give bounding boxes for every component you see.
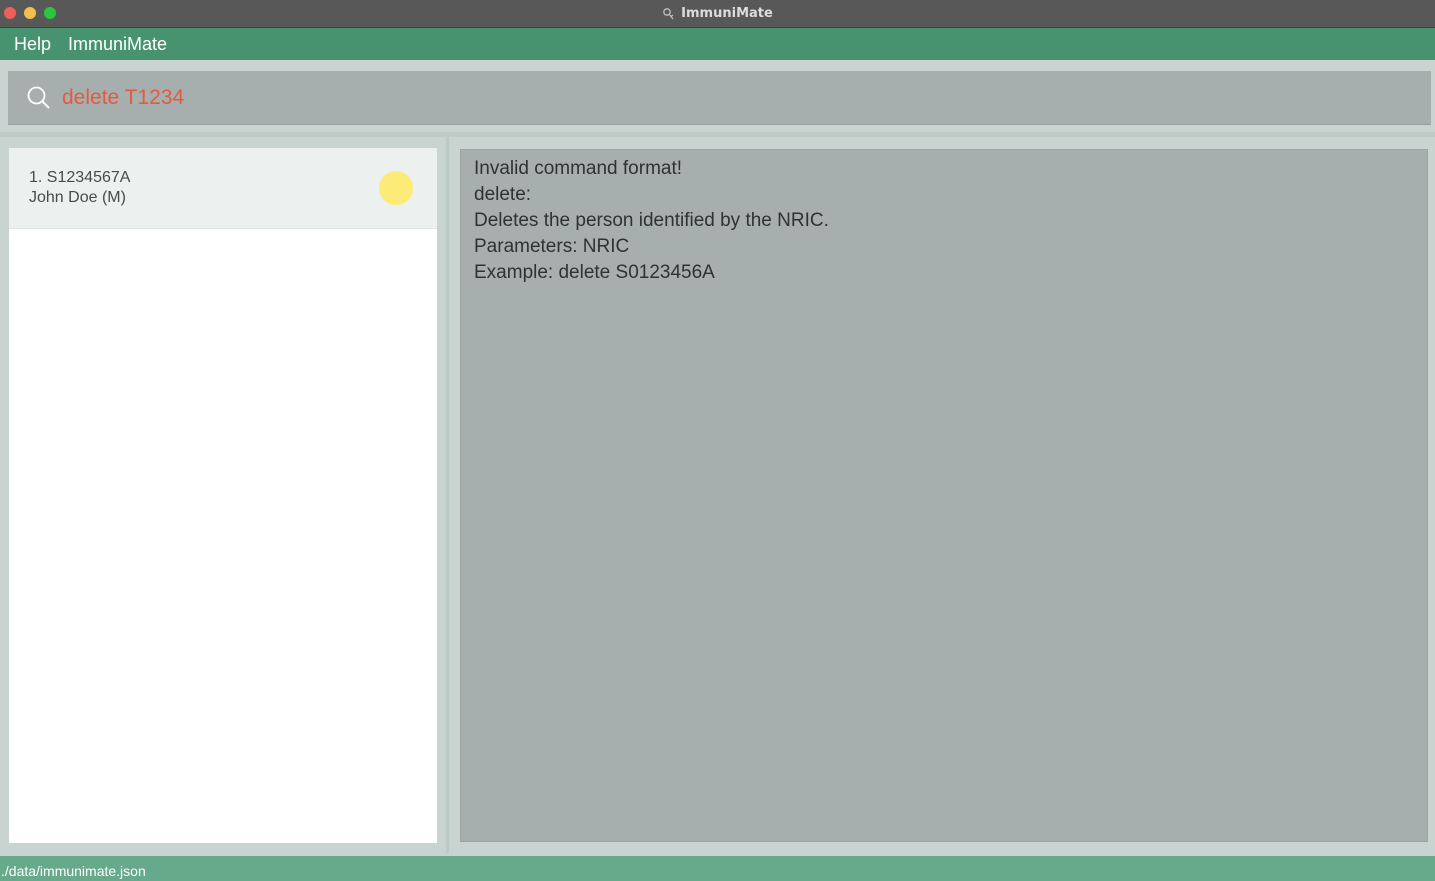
window-title: ImmuniMate — [681, 6, 773, 21]
menu-help[interactable]: Help — [0, 34, 61, 55]
result-display[interactable]: Invalid command format! delete: Deletes … — [460, 149, 1428, 842]
status-indicator-dot — [379, 171, 413, 205]
result-line: Parameters: NRIC — [474, 236, 630, 257]
app-window: ImmuniMate Help ImmuniMate 1. S1234567A … — [0, 0, 1435, 881]
person-card[interactable]: 1. S1234567A John Doe (M) — [9, 148, 437, 229]
person-card-id-line: 1. S1234567A — [29, 169, 130, 187]
save-file-path: ./data/immunimate.json — [1, 863, 146, 879]
menu-immunimate[interactable]: ImmuniMate — [61, 34, 177, 55]
menu-bar: Help ImmuniMate — [0, 28, 1435, 60]
result-line: Invalid command format! — [474, 158, 683, 179]
person-name: John Doe (M) — [29, 189, 126, 206]
title-bar: ImmuniMate — [0, 0, 1435, 28]
search-icon — [27, 86, 50, 109]
person-nric: S1234567A — [46, 169, 131, 186]
person-list-panel[interactable]: 1. S1234567A John Doe (M) — [9, 148, 437, 843]
panel-splitter[interactable] — [446, 137, 449, 853]
command-area — [0, 60, 1435, 132]
title-wrap: ImmuniMate — [0, 0, 1435, 27]
person-index: 1. — [29, 169, 43, 186]
header-separator — [0, 132, 1435, 137]
command-box — [8, 71, 1431, 125]
result-line: Deletes the person identified by the NRI… — [474, 210, 829, 231]
app-icon — [663, 7, 674, 19]
result-line: delete: — [474, 184, 532, 205]
result-line: Example: delete S0123456A — [474, 262, 715, 283]
command-input[interactable] — [62, 81, 1402, 114]
status-bar: ./data/immunimate.json — [0, 856, 1435, 881]
